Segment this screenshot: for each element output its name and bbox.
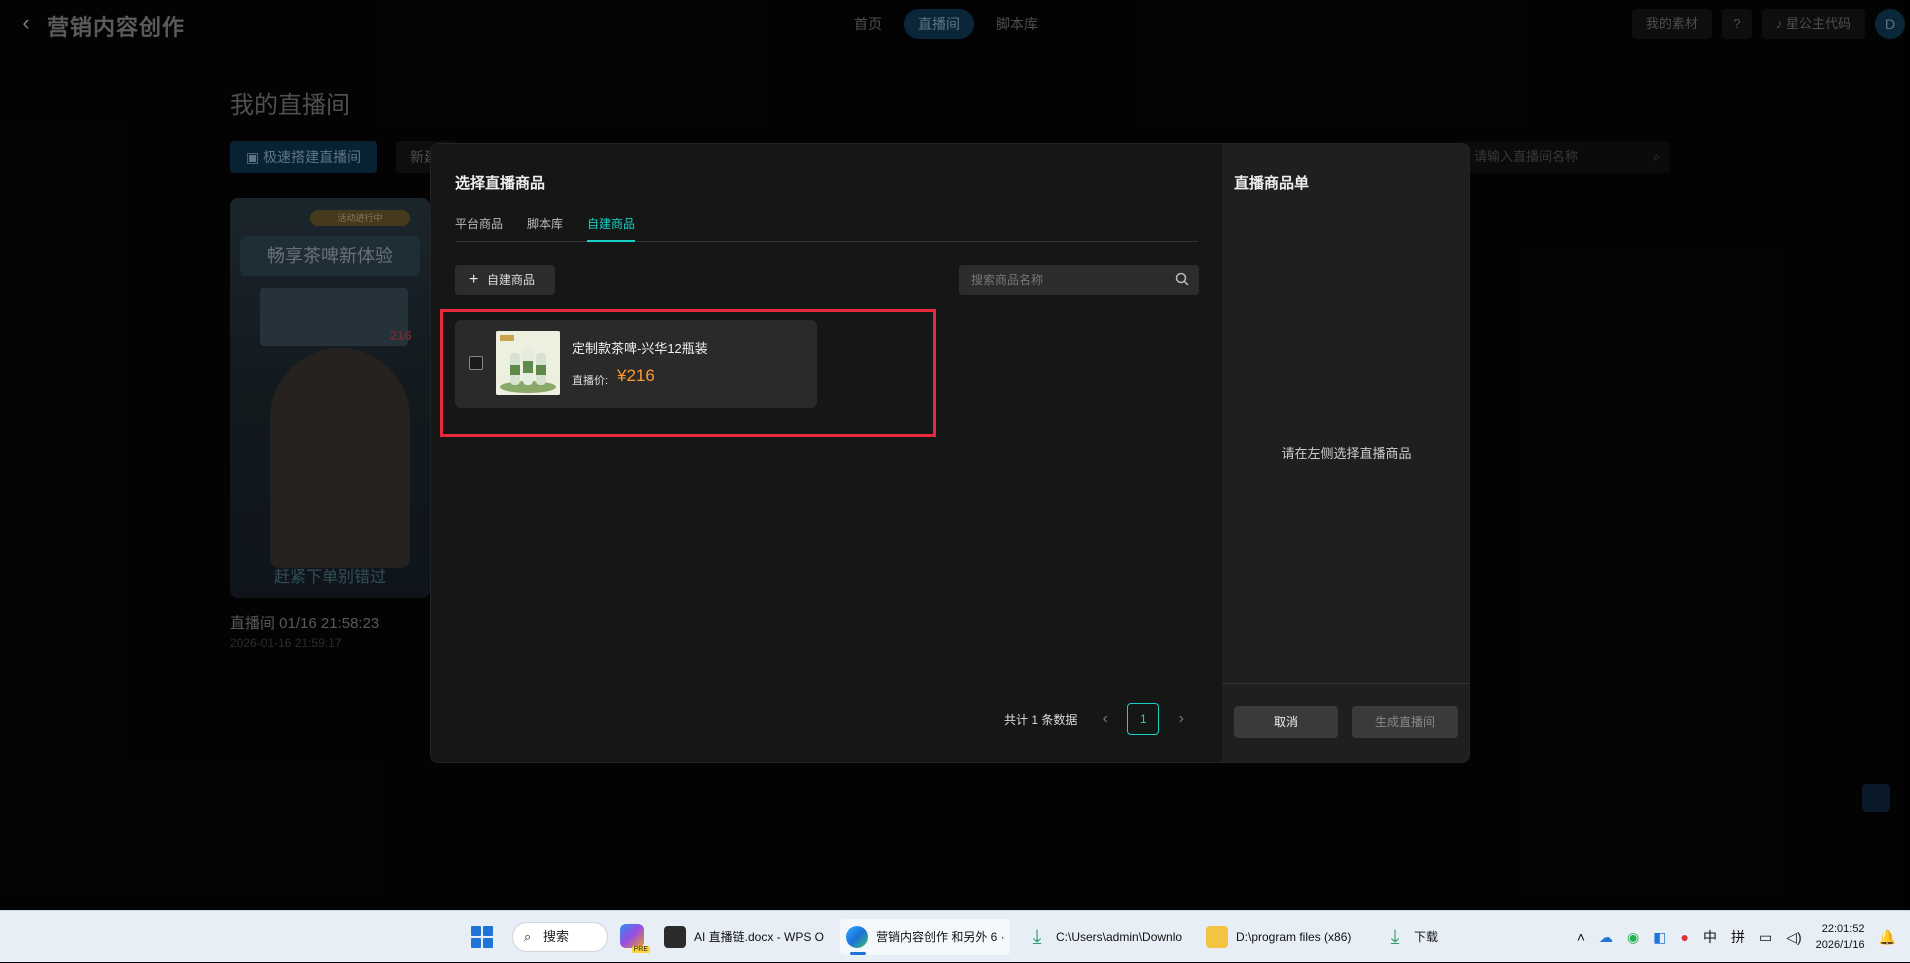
taskbar-app-label: C:\Users\admin\Downlo <box>1056 930 1183 944</box>
copilot-icon[interactable]: PRE <box>620 924 650 953</box>
taskbar-app-downloads-path[interactable]: ⤓ C:\Users\admin\Downlo <box>1020 919 1190 955</box>
empty-state-text: 请在左侧选择直播商品 <box>1281 446 1412 461</box>
download-icon: ⤓ <box>1032 926 1042 948</box>
taskbar-app-label: D:\program files (x86) <box>1236 930 1352 944</box>
volume-icon[interactable]: ◁) <box>1786 929 1801 946</box>
modal-left-panel: 选择直播商品 平台商品 脚本库 自建商品 + 自建商品 搜索商品名称 定制款茶啤… <box>431 144 1222 762</box>
generate-live-room-button[interactable]: 生成直播间 <box>1352 706 1458 738</box>
divider <box>1222 683 1469 684</box>
taskbar-app-label: AI 直播链.docx - WPS O <box>694 930 825 944</box>
select-product-modal: 选择直播商品 平台商品 脚本库 自建商品 + 自建商品 搜索商品名称 定制款茶啤… <box>430 143 1470 763</box>
app-window: ‹ 营销内容创作 首页 直播间 脚本库 我的素材 ? ♪ 星公主代码 D 我的直… <box>0 0 1905 910</box>
copilot-pre-badge: PRE <box>631 946 650 953</box>
network-icon[interactable]: ▭ <box>1759 929 1772 946</box>
dingtalk-icon[interactable]: ◧ <box>1653 929 1666 946</box>
product-search-input[interactable] <box>959 265 1169 295</box>
active-indicator <box>850 952 866 955</box>
ime-mode[interactable]: 拼 <box>1731 927 1745 947</box>
wechat-icon[interactable]: ◉ <box>1627 929 1639 946</box>
tab-custom-products[interactable]: 自建商品 <box>587 216 636 242</box>
search-icon[interactable] <box>1175 272 1189 286</box>
notification-bell-icon[interactable]: 🔔 <box>1879 929 1896 946</box>
taskbar-search[interactable]: ⌕ 搜索 <box>512 922 608 952</box>
page-number[interactable]: 1 <box>1127 703 1160 735</box>
edge-icon <box>846 926 868 948</box>
tab-platform-products[interactable]: 平台商品 <box>455 216 503 242</box>
product-price-label: 直播价: <box>572 375 609 387</box>
live-product-list-panel: 直播商品单 请在左侧选择直播商品 取消 生成直播间 <box>1222 144 1469 762</box>
product-card[interactable]: 定制款茶啤-兴华12瓶装 直播价: ¥216 <box>455 320 817 408</box>
taskbar-app-label: 营销内容创作 和另外 6 · <box>876 930 1005 944</box>
ime-language[interactable]: 中 <box>1703 927 1717 947</box>
clock-date: 2026/1/16 <box>1815 939 1865 951</box>
taskbar: ⌕ 搜索 PRE AI 直播链.docx - WPS O 营销内容创作 和另外 6… <box>0 910 1910 962</box>
total-count: 共计 1 条数据 <box>1004 712 1078 727</box>
taskbar-app-wps[interactable]: AI 直播链.docx - WPS O <box>658 919 828 955</box>
system-tray: ˄ ☁ ◉ ◧ ● 中 拼 ▭ ◁) 22:01:52 2026/1/16 🔔 <box>1577 911 1910 963</box>
qq-icon[interactable]: ● <box>1680 929 1688 945</box>
wps-icon <box>664 926 686 948</box>
chevron-right-icon[interactable]: › <box>1171 710 1191 728</box>
folder-icon <box>1206 926 1228 948</box>
clock-time: 22:01:52 <box>1821 923 1865 935</box>
product-list-title: 直播商品单 <box>1234 175 1310 192</box>
taskbar-app-edge[interactable]: 营销内容创作 和另外 6 · <box>840 919 1010 955</box>
cancel-button[interactable]: 取消 <box>1234 706 1338 738</box>
tab-script-library[interactable]: 脚本库 <box>527 216 563 242</box>
download-icon: ⤓ <box>1390 926 1400 948</box>
chevron-left-icon[interactable]: ‹ <box>1095 710 1115 728</box>
modal-title: 选择直播商品 <box>455 175 546 192</box>
product-tabs: 平台商品 脚本库 自建商品 <box>455 216 1198 242</box>
chevron-up-icon[interactable]: ˄ <box>1577 929 1585 945</box>
taskbar-app-label: 下载 <box>1414 930 1439 944</box>
taskbar-app-explorer[interactable]: D:\program files (x86) <box>1200 919 1370 955</box>
product-checkbox[interactable] <box>469 356 483 370</box>
product-name: 定制款茶啤-兴华12瓶装 <box>572 341 708 356</box>
product-thumbnail <box>496 331 560 395</box>
cloud-icon[interactable]: ☁ <box>1599 929 1613 946</box>
create-product-button[interactable]: + 自建商品 <box>455 265 555 295</box>
product-search <box>959 265 1199 295</box>
search-icon: ⌕ <box>524 929 532 944</box>
taskbar-app-download[interactable]: ⤓ 下载 <box>1378 919 1458 955</box>
product-price: ¥216 <box>617 366 655 385</box>
taskbar-search-label: 搜索 <box>543 929 570 944</box>
pagination: 共计 1 条数据 ‹ 1 › <box>1004 703 1191 735</box>
windows-start-icon[interactable] <box>471 926 493 948</box>
create-product-label: 自建商品 <box>487 273 536 287</box>
plus-icon: + <box>469 271 479 288</box>
clock[interactable]: 22:01:52 2026/1/16 <box>1816 921 1865 953</box>
